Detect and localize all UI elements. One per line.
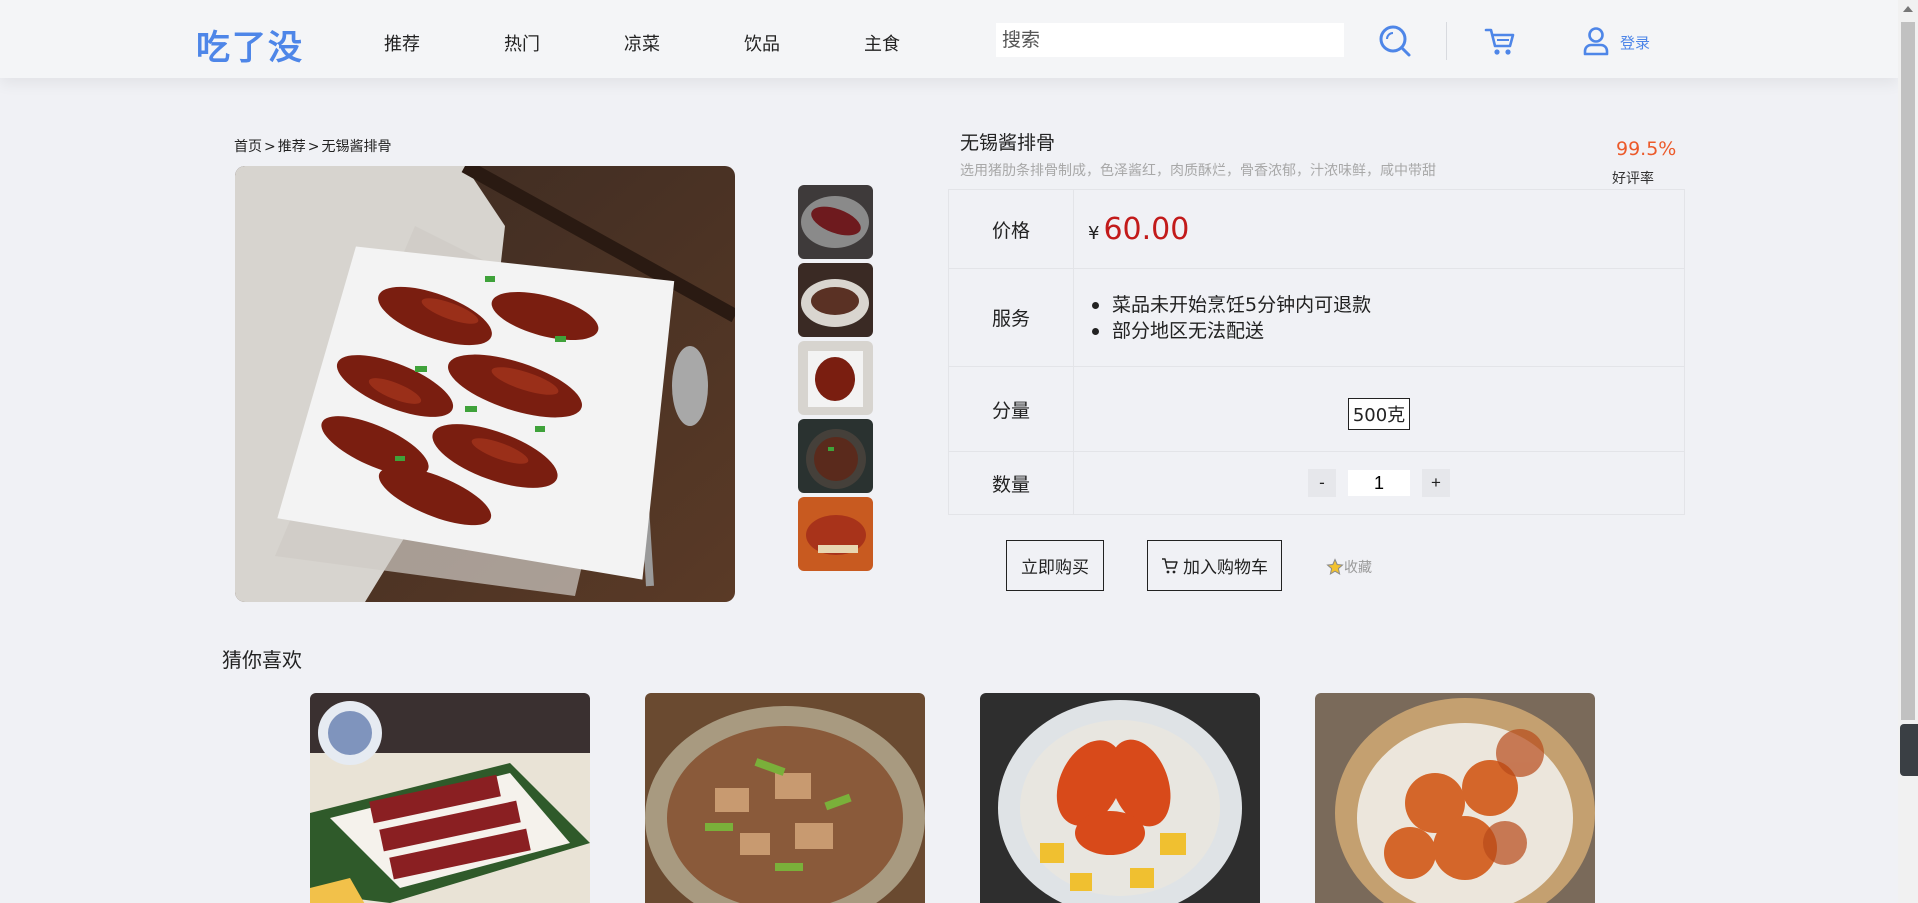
add-to-cart-label: 加入购物车 [1183,558,1268,578]
rating-value: 99.5% [1616,138,1677,160]
quantity-cell: - + [1073,451,1685,515]
currency-symbol: ¥ [1088,222,1100,244]
nav-item-staple-food[interactable]: 主食 [864,30,984,56]
service-list: 菜品未开始烹饪5分钟内可退款 部分地区无法配送 [1074,292,1684,344]
thumbnail-image-3[interactable] [798,341,873,415]
service-row: 服务 菜品未开始烹饪5分钟内可退款 部分地区无法配送 [948,268,1685,367]
quantity-plus-button[interactable]: + [1422,469,1450,497]
price-cell: ¥60.00 [1073,189,1685,269]
add-to-cart-button[interactable]: 加入购物车 [1147,540,1282,591]
weight-label: 分量 [948,366,1074,452]
breadcrumb: 首页 > 推荐 > 无锡酱排骨 [234,136,391,156]
service-cell: 菜品未开始烹饪5分钟内可退款 部分地区无法配送 [1073,268,1685,367]
product-description: 选用猪肋条排骨制成，色泽酱红，肉质酥烂，骨香浓郁，汁浓味鲜，咸中带甜 [960,163,1436,179]
star-icon [1326,558,1344,576]
recommend-image-3 [980,693,1260,903]
quantity-row: 数量 - + [948,451,1685,515]
search-icon[interactable] [1378,24,1412,62]
cart-icon[interactable] [1484,26,1516,62]
breadcrumb-home[interactable]: 首页 [234,139,262,155]
small-cart-icon [1162,557,1178,573]
service-item: 部分地区无法配送 [1088,318,1684,344]
price-label: 价格 [948,189,1074,269]
service-item: 菜品未开始烹饪5分钟内可退款 [1088,292,1684,318]
recommend-section-title: 猜你喜欢 [222,648,302,672]
thumbnail-list [798,185,873,575]
recommend-image-1 [310,693,590,903]
weight-option-button[interactable]: 500克 [1347,398,1411,430]
quantity-input[interactable] [1348,470,1410,496]
product-info-table: 价格 ¥60.00 服务 菜品未开始烹饪5分钟内可退款 部分地区无法配送 分量 … [948,189,1685,515]
product-name: 无锡酱排骨 [960,132,1056,154]
price-row: 价格 ¥60.00 [948,189,1685,269]
recommend-card-4[interactable] [1315,693,1595,903]
rating-label: 好评率 [1612,171,1654,187]
login-link[interactable]: 登录 [1620,32,1650,53]
header-divider [1446,22,1447,60]
price-value: 60.00 [1103,211,1190,247]
breadcrumb-recommend[interactable]: 推荐 [278,139,306,155]
quantity-stepper: - + [1074,469,1684,497]
thumbnail-image-2[interactable] [798,263,873,337]
breadcrumb-current: 无锡酱排骨 [321,139,392,155]
scrollbar-thumb[interactable] [1901,22,1915,720]
category-nav: 推荐 热门 凉菜 饮品 主食 [384,30,984,56]
user-icon[interactable] [1582,26,1610,60]
top-nav-bar: 吃了没 推荐 热门 凉菜 饮品 主食 登录 [0,0,1898,78]
nav-item-cold-dishes[interactable]: 凉菜 [624,30,744,56]
buy-now-button[interactable]: 立即购买 [1006,540,1104,591]
thumbnail-image-1[interactable] [798,185,873,259]
main-product-image [235,166,735,602]
favorite-label: 收藏 [1344,560,1372,576]
nav-item-recommend[interactable]: 推荐 [384,30,504,56]
side-floating-tab[interactable] [1900,724,1918,776]
recommend-image-4 [1315,693,1595,903]
quantity-minus-button[interactable]: - [1308,469,1336,497]
weight-row: 分量 500克 [948,366,1685,452]
service-label: 服务 [948,268,1074,367]
recommend-image-2 [645,693,925,903]
recommend-card-1[interactable] [310,693,590,903]
recommend-card-2[interactable] [645,693,925,903]
breadcrumb-separator: > [264,139,276,155]
thumbnail-image-5[interactable] [798,497,873,571]
site-logo[interactable]: 吃了没 [196,20,304,69]
breadcrumb-separator: > [307,139,320,155]
nav-item-drinks[interactable]: 饮品 [744,30,864,56]
scroll-up-arrow-icon[interactable] [1903,6,1913,12]
recommend-card-3[interactable] [980,693,1260,903]
thumbnail-image-4[interactable] [798,419,873,493]
quantity-label: 数量 [948,451,1074,515]
weight-cell: 500克 [1073,366,1685,452]
nav-item-hot[interactable]: 热门 [504,30,624,56]
search-input[interactable] [996,23,1344,57]
favorite-button[interactable]: 收藏 [1326,557,1372,577]
